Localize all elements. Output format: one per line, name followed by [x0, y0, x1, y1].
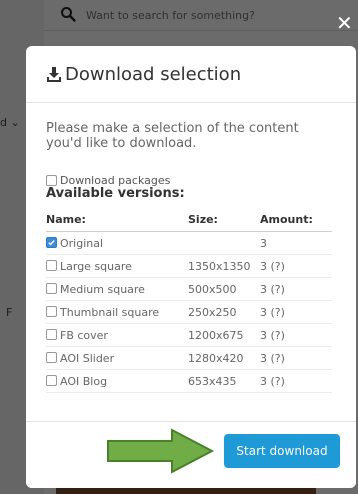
version-size: 1280x420	[188, 346, 260, 370]
version-checkbox[interactable]	[46, 329, 57, 340]
start-download-button[interactable]: Start download	[224, 434, 340, 468]
version-checkbox[interactable]	[46, 375, 57, 386]
version-name-cell[interactable]: Medium square	[46, 277, 188, 301]
version-name: Thumbnail square	[60, 305, 160, 319]
modal-body: Please make a selection of the content y…	[26, 103, 356, 393]
intro-text: Please make a selection of the content y…	[46, 121, 299, 151]
version-name-cell[interactable]: Original	[46, 231, 188, 255]
version-size: 250x250	[188, 300, 260, 324]
table-row: Original 3	[46, 231, 332, 255]
table-row: FB cover 1200x675 3 (?)	[46, 323, 332, 347]
version-amount: 3 (?)	[260, 323, 332, 347]
version-checkbox[interactable]	[46, 306, 57, 317]
download-modal: Download selection Please make a selecti…	[26, 46, 356, 488]
download-packages-checkbox[interactable]	[46, 174, 57, 186]
table-row: AOI Blog 653x435 3 (?)	[46, 369, 332, 393]
version-name: Medium square	[60, 282, 145, 296]
versions-table: Name: Size: Amount: Original 3 Large squar…	[46, 207, 332, 393]
modal-title: Download selection	[65, 63, 242, 85]
version-name-cell[interactable]: AOI Slider	[46, 346, 188, 370]
version-size: 1350x1350	[188, 254, 260, 278]
version-amount: 3 (?)	[260, 369, 332, 393]
download-icon	[47, 67, 61, 82]
version-amount: 3 (?)	[260, 300, 332, 324]
close-icon[interactable]: ✕	[336, 13, 353, 33]
version-amount: 3 (?)	[260, 277, 332, 301]
version-size: 1200x675	[188, 323, 260, 347]
version-size	[188, 231, 260, 255]
column-header-size: Size:	[188, 207, 260, 232]
version-name: Original	[60, 236, 104, 250]
green-arrow-icon	[107, 428, 215, 474]
version-name-cell[interactable]: Large square	[46, 254, 188, 278]
version-name: Large square	[60, 259, 132, 273]
version-checkbox[interactable]	[46, 260, 57, 271]
version-size: 500x500	[188, 277, 260, 301]
table-row: Medium square 500x500 3 (?)	[46, 277, 332, 301]
versions-title: Available versions:	[46, 186, 185, 201]
modal-footer: Start download	[26, 421, 356, 488]
version-name-cell[interactable]: Thumbnail square	[46, 300, 188, 324]
version-amount: 3 (?)	[260, 346, 332, 370]
version-name: FB cover	[60, 328, 108, 342]
version-name-cell[interactable]: FB cover	[46, 323, 188, 347]
table-row: Thumbnail square 250x250 3 (?)	[46, 300, 332, 324]
table-row: AOI Slider 1280x420 3 (?)	[46, 346, 332, 370]
version-amount: 3 (?)	[260, 254, 332, 278]
version-checkbox[interactable]	[46, 237, 57, 248]
version-name: AOI Blog	[60, 374, 108, 388]
version-name-cell[interactable]: AOI Blog	[46, 369, 188, 393]
version-name: AOI Slider	[60, 351, 115, 365]
column-header-name: Name:	[46, 207, 188, 232]
table-row: Large square 1350x1350 3 (?)	[46, 254, 332, 278]
modal-header: Download selection	[26, 46, 356, 103]
version-size: 653x435	[188, 369, 260, 393]
table-header-row: Name: Size: Amount:	[46, 207, 332, 232]
version-amount: 3	[260, 231, 332, 255]
column-header-amount: Amount:	[260, 207, 332, 232]
version-checkbox[interactable]	[46, 283, 57, 294]
version-checkbox[interactable]	[46, 352, 57, 363]
